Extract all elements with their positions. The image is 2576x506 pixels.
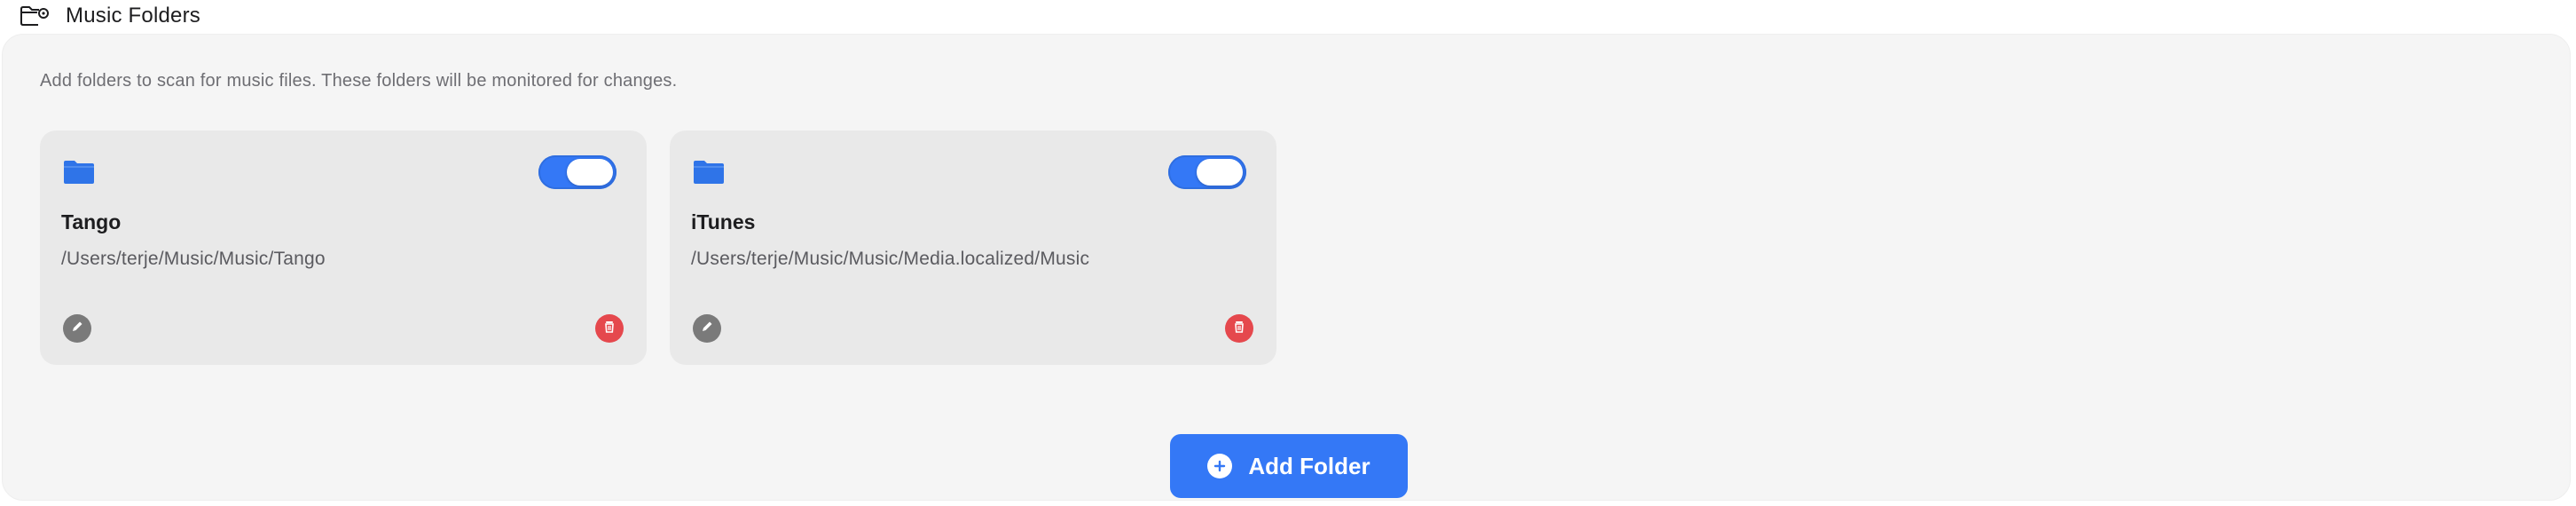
folder-enabled-toggle[interactable] xyxy=(1168,155,1246,189)
section-title: Music Folders xyxy=(66,4,200,28)
folder-path: /Users/terje/Music/Music/Media.localized… xyxy=(691,249,1090,269)
pencil-icon xyxy=(69,319,85,339)
edit-folder-button[interactable] xyxy=(693,314,721,343)
pencil-icon xyxy=(699,319,715,339)
edit-folder-button[interactable] xyxy=(63,314,91,343)
folder-enabled-toggle[interactable] xyxy=(538,155,617,189)
folder-path: /Users/terje/Music/Music/Tango xyxy=(61,249,326,269)
toggle-knob xyxy=(1197,159,1243,186)
add-folder-label: Add Folder xyxy=(1248,452,1370,479)
panel-description: Add folders to scan for music files. The… xyxy=(40,71,678,91)
folder-settings-icon xyxy=(20,4,50,28)
trash-icon xyxy=(601,319,617,339)
section-header: Music Folders xyxy=(20,0,200,32)
folder-card: Tango /Users/terje/Music/Music/Tango xyxy=(40,130,647,365)
delete-folder-button[interactable] xyxy=(1225,314,1253,343)
trash-icon xyxy=(1231,319,1247,339)
music-folders-panel: Add folders to scan for music files. The… xyxy=(2,34,2571,501)
toggle-knob xyxy=(567,159,613,186)
plus-circle-icon xyxy=(1207,454,1233,478)
delete-folder-button[interactable] xyxy=(595,314,624,343)
folder-icon xyxy=(693,159,725,186)
folder-name: Tango xyxy=(61,210,122,233)
folder-card: iTunes /Users/terje/Music/Music/Media.lo… xyxy=(670,130,1276,365)
folder-icon xyxy=(63,159,95,186)
folder-name: iTunes xyxy=(691,210,756,233)
add-folder-button[interactable]: Add Folder xyxy=(1170,434,1408,498)
